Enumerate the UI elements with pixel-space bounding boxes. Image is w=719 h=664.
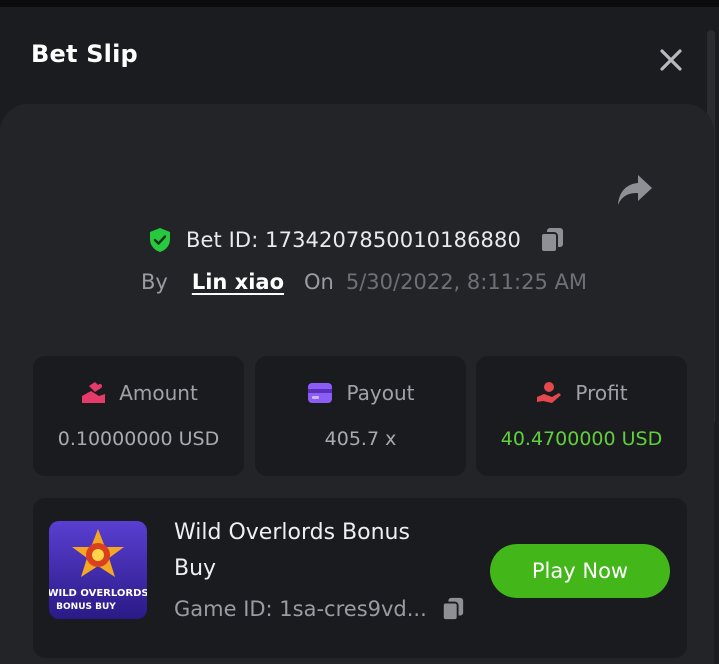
username-link[interactable]: Lin xiao (192, 270, 284, 294)
bet-slip-header: Bet Slip (0, 7, 719, 104)
verified-shield-icon (150, 228, 170, 252)
profit-label: Profit (575, 381, 628, 405)
bet-author-row: By Lin xiao On 5/30/2022, 8:11:25 AM (141, 266, 587, 298)
thumb-title-line1: WILD OVERLORDS (49, 588, 147, 599)
payout-label: Payout (346, 381, 415, 405)
game-id: Game ID: 1sa-cres9vd... (174, 597, 427, 621)
by-label: By (141, 270, 168, 294)
play-now-button[interactable]: Play Now (490, 544, 670, 598)
thumb-title-line2: BONUS BUY (56, 602, 116, 612)
page-title: Bet Slip (31, 40, 138, 68)
on-label: On (304, 270, 334, 294)
payout-card: Payout 405.7 x (255, 356, 466, 476)
coins-hand-icon (82, 382, 106, 403)
game-thumbnail[interactable]: WILD OVERLORDS BONUS BUY (49, 521, 147, 619)
copy-icon[interactable] (539, 226, 565, 254)
profit-card: Profit 40.4700000 USD (476, 356, 687, 476)
game-card: WILD OVERLORDS BONUS BUY Wild Overlords … (33, 498, 687, 658)
hand-profit-icon (537, 382, 562, 403)
game-name[interactable]: Wild Overlords Bonus Buy (174, 515, 454, 587)
top-edge (0, 0, 719, 7)
bet-id: Bet ID: 1734207850010186880 (186, 228, 521, 252)
payout-value: 405.7 x (324, 428, 397, 450)
copy-game-id-icon[interactable] (441, 596, 465, 622)
close-icon[interactable] (656, 45, 686, 75)
amount-card: Amount 0.10000000 USD (33, 356, 244, 476)
card-icon (308, 383, 333, 403)
bet-id-row: Bet ID: 1734207850010186880 (148, 224, 565, 256)
game-thumbnail-art: WILD OVERLORDS BONUS BUY (49, 521, 147, 619)
profit-value: 40.4700000 USD (500, 428, 663, 450)
game-id-row: Game ID: 1sa-cres9vd... (174, 596, 465, 622)
share-icon[interactable] (616, 173, 654, 207)
amount-label: Amount (119, 381, 198, 405)
bet-datetime: 5/30/2022, 8:11:25 AM (345, 270, 588, 294)
amount-value: 0.10000000 USD (57, 428, 220, 450)
